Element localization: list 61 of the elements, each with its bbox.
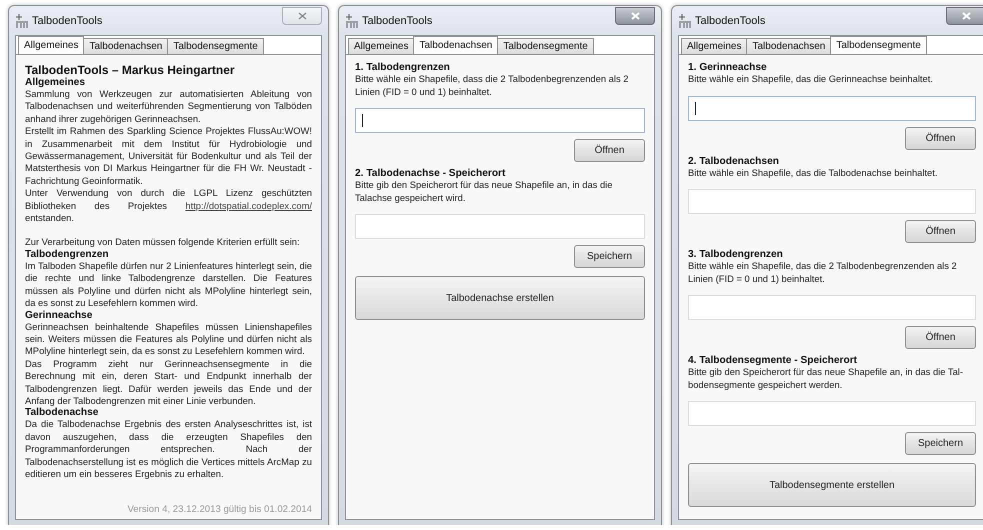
window-title: TalbodenTools bbox=[32, 14, 104, 26]
path-field[interactable] bbox=[355, 214, 645, 239]
link[interactable]: http://dotspatial.codeplex.com/ bbox=[185, 200, 312, 211]
section-heading: 3. Talbodengrenzen bbox=[688, 249, 784, 260]
tab[interactable]: Talbodensegmente bbox=[497, 38, 594, 54]
close-button[interactable] bbox=[282, 7, 322, 25]
save-button[interactable]: Speichern bbox=[905, 432, 976, 455]
section-description: Bitte wähle ein Shapefile, das die Gerinneachse beinhaltet. bbox=[688, 73, 934, 86]
section-heading: 1. Gerinneachse bbox=[688, 62, 768, 73]
path-field[interactable] bbox=[688, 401, 976, 426]
paragraph: Das Programm zieht nur Gerinneachsensegmente in die Berechnung mit ein, deren Start- und Endpunkt innerhalb der Talbodengrenzen liegt. Dafür werden jeweils das Ende und der Anfang der Talbodengrenzen mit einer Linie verbunden. bbox=[25, 358, 312, 408]
section-heading: Gerinneachse bbox=[25, 310, 94, 320]
paragraph: Gerinneachsen beinhaltende Shapefiles müssen Linienshapefiles sein. Weiters müssen die Features als Polyline und dürfen nicht als MPolyline hinterlegt sein, da es sonst zu Lesefehlern kommen wird. bbox=[25, 320, 312, 358]
about-title: TalbodenTools – Markus Heingartner bbox=[25, 63, 236, 77]
close-icon bbox=[298, 12, 306, 20]
section-description: Bitte gib den Speicherort für das neue Shapefile an, in das die Talachse gespeichert wird. bbox=[355, 179, 614, 204]
paragraph: Erstellt im Rahmen des Sparkling Science Projektes FlussAu:WOW! in Zusammenarbeit mit dem Institut für Hydrobiologie und Gewässermanagement, Universität für Bodenkultur und als Teil der Matsterthesis von DI Markus Heingartner für die FH Wr. Neustadt - Fachrichtung Geoinformatik. bbox=[25, 125, 312, 188]
section-description: Bitte wähle ein Shapefile, dass die 2 Talbodenbegrenzenden als 2 Linien (FID = 0 und 1) beinhaltet. bbox=[355, 73, 630, 98]
section-description: Bitte wähle ein Shapefile, das die Talbodenachse beinhaltet. bbox=[688, 166, 938, 179]
paragraph: Da die Talbodenachse Ergebnis des ersten Analyseschrittes ist, ist davon auszugehen, dass die erzeugten Shapefiles den Programmanforderungen entsprechen. Nach der Talbodenachserstellung ist es möglich die Vertices mittels ArcMap zu editieren um ein besseres Ergebnis zu erhalten. bbox=[25, 418, 312, 480]
tab[interactable]: Allgemeines bbox=[18, 36, 84, 54]
paragraph: Sammlung von Werkzeugen zur automatisierten Ableitung von Talbodenachsen und weiterführenden Segmentierung von Talböden anhand ihrer zugehörigen Gerinneachsen. bbox=[25, 88, 312, 126]
tab[interactable]: Allgemeines bbox=[681, 38, 748, 54]
section-heading: 4. Talbodensegmente - Speicherort bbox=[688, 355, 858, 366]
version-text: Version 4, 23.12.2013 gültig bis 01.02.2014 bbox=[126, 504, 312, 515]
section-heading: Allgemeines bbox=[25, 77, 86, 88]
window-title: TalbodenTools bbox=[695, 14, 766, 26]
app-icon bbox=[679, 14, 691, 28]
section-heading: Talbodengrenzen bbox=[25, 248, 110, 260]
path-field[interactable] bbox=[355, 108, 645, 133]
section-heading: 2. Talbodenachsen bbox=[688, 156, 780, 166]
app-icon bbox=[16, 14, 28, 28]
open-button[interactable]: Öffnen bbox=[574, 139, 645, 162]
tab[interactable]: Talbodenachsen bbox=[746, 38, 832, 54]
paragraph: Im Talboden Shapefile dürfen nur 2 Linienfeatures hinterlegt sein, die die rechte und linke Talbodengrenze darstellen. Die Features müssen als Polyline und dürfen nicht als MPolyline hinterlegt sein, da es sonst zu Lesefehlern kommen wird. bbox=[25, 260, 312, 310]
open-button[interactable]: Öffnen bbox=[905, 326, 976, 349]
path-field[interactable] bbox=[688, 96, 976, 120]
app-icon bbox=[346, 14, 358, 28]
section-heading: 1. Talbodengrenzen bbox=[355, 62, 451, 73]
tab[interactable]: Talbodensegmente bbox=[167, 38, 264, 54]
close-button[interactable] bbox=[615, 7, 655, 25]
paragraph: Unter Verwendung von durch die LGPL Lizenz geschützten Bibliotheken des Projektes http://dotspatial.codeplex.com/ entstanden. bbox=[25, 187, 312, 224]
close-icon bbox=[630, 12, 640, 20]
path-field[interactable] bbox=[688, 295, 976, 320]
close-button[interactable] bbox=[946, 7, 983, 25]
window-title: TalbodenTools bbox=[362, 14, 434, 26]
tab[interactable]: Talbodenachsen bbox=[83, 38, 168, 54]
section-description: Bitte gib den Speicherort für das neue Shapefile an, in das die Tal-bodensegmente gespeichert werden. bbox=[688, 366, 964, 391]
section-description: Bitte wähle ein Shapefile, das die 2 Talbodenbegrenzenden als 2 Linien (FID = 0 und 1) beinhaltet. bbox=[688, 260, 958, 285]
save-button[interactable]: Speichern bbox=[574, 245, 645, 268]
paragraph: Zur Verarbeitung von Daten müssen folgende Kriterien erfüllt sein: bbox=[25, 235, 301, 249]
tab[interactable]: Talbodensegmente bbox=[830, 36, 927, 54]
path-field[interactable] bbox=[688, 189, 976, 214]
section-heading: 2. Talbodenachse - Speicherort bbox=[355, 168, 506, 179]
tab[interactable]: Allgemeines bbox=[348, 38, 414, 54]
section-heading: Talbodenachse bbox=[25, 407, 100, 418]
close-icon bbox=[962, 12, 970, 20]
open-button[interactable]: Öffnen bbox=[905, 126, 976, 150]
create-button[interactable]: Talbodenachse erstellen bbox=[355, 276, 645, 320]
open-button[interactable]: Öffnen bbox=[905, 220, 976, 243]
create-button[interactable]: Talbodensegmente erstellen bbox=[688, 463, 976, 507]
